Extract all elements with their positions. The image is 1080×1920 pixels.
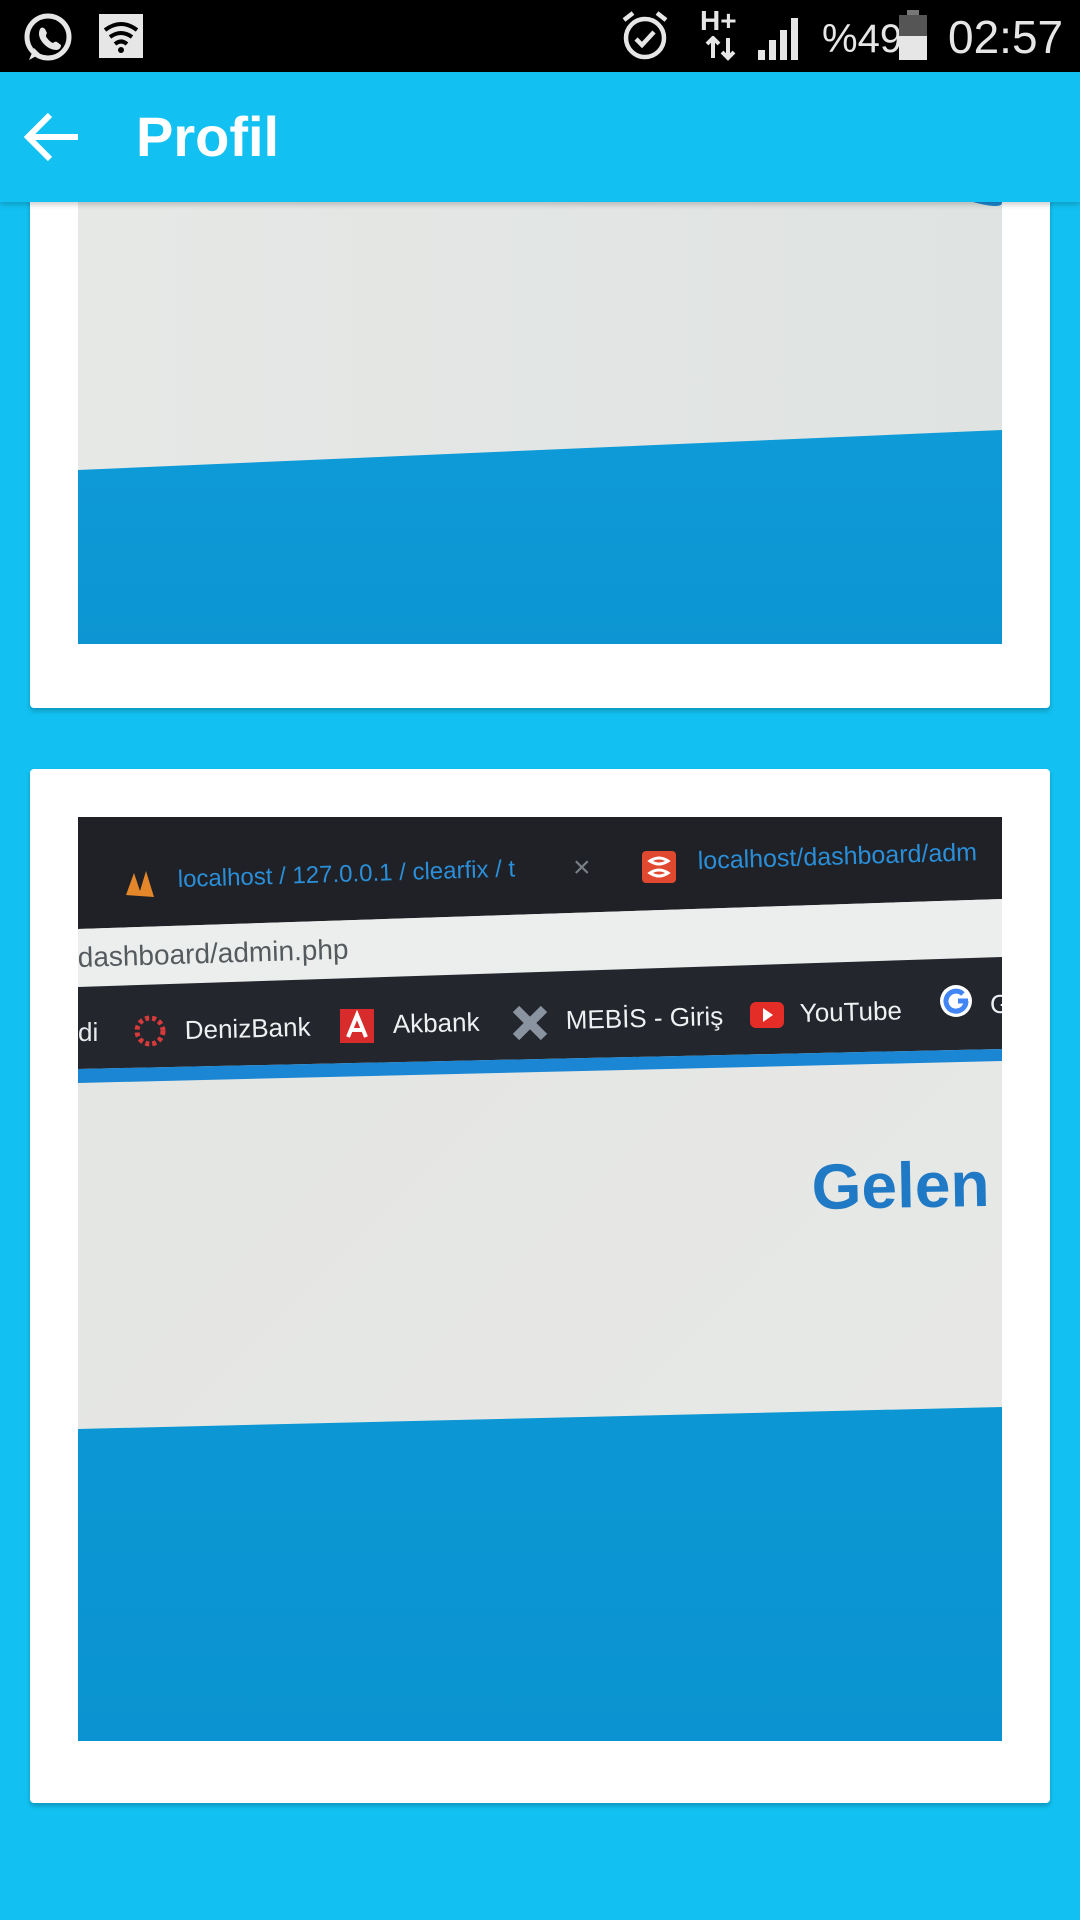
google-icon (940, 985, 972, 1017)
post-photo[interactable] (78, 202, 1002, 644)
xampp-icon (642, 851, 676, 883)
photo-bookmark-google: G (990, 989, 1002, 1019)
whatsapp-icon (24, 13, 72, 61)
photo-card: localhost / 127.0.0.1 / clearfix / t × l… (30, 769, 1050, 1803)
photo-card (30, 202, 1050, 708)
post-photo[interactable]: localhost / 127.0.0.1 / clearfix / t × l… (78, 817, 1002, 1741)
alarm-icon (622, 11, 668, 60)
wifi-image-icon (99, 14, 143, 58)
battery-percent: %49 (822, 17, 903, 61)
photo-heading: Gelen (811, 1148, 990, 1223)
signal-icon (758, 18, 798, 60)
photo-tab-1-close: × (573, 851, 591, 884)
page-title: Profil (136, 105, 280, 168)
profile-feed[interactable]: localhost / 127.0.0.1 / clearfix / t × l… (0, 202, 1080, 1920)
arrow-left-icon[interactable] (18, 100, 92, 174)
hplus-data-icon: H+ (700, 6, 740, 66)
photo-bookmark-fragment: di (78, 1017, 98, 1047)
status-bar: H+ %49 02:57 (0, 0, 1080, 72)
photo-bookmark-youtube: YouTube (799, 995, 902, 1028)
clock: 02:57 (948, 11, 1064, 63)
akbank-icon (340, 1009, 374, 1043)
photo-bookmark-denizbank: DenizBank (184, 1012, 311, 1045)
battery-icon (899, 10, 927, 60)
photo-bookmark-mebis: MEBİS - Giriş (565, 1001, 723, 1035)
youtube-icon (750, 1002, 784, 1028)
app-bar: Profil (0, 72, 1080, 202)
photo-bookmark-akbank: Akbank (392, 1007, 480, 1039)
